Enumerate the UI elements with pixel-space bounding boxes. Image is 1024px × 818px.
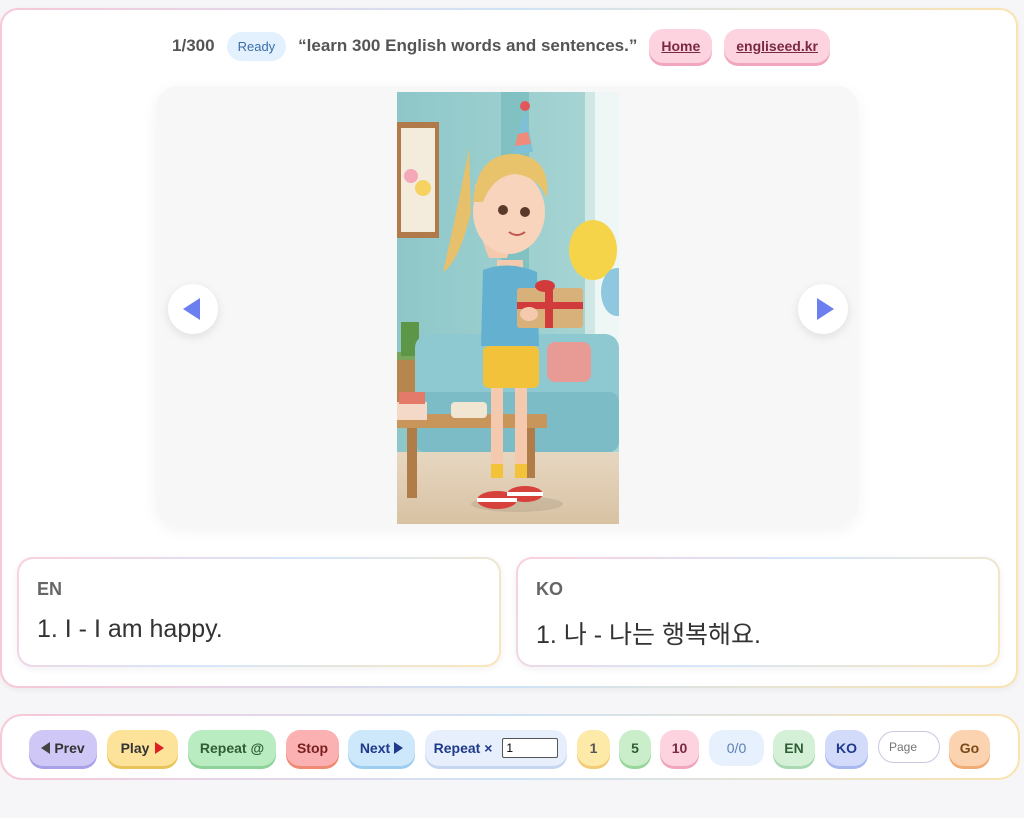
prev-button-label: Prev [54, 740, 85, 756]
speed-5-button[interactable]: 5 [619, 730, 651, 766]
chevron-right-icon [816, 298, 834, 320]
english-card-label: EN [37, 579, 63, 599]
korean-sentence: 1. 나 - 나는 행복해요. [536, 621, 761, 649]
page-input[interactable] [878, 731, 940, 763]
play-button[interactable]: Play [107, 730, 178, 766]
korean-card-label: KO [536, 579, 563, 599]
lang-en-button[interactable]: EN [773, 730, 815, 766]
next-button-label: Next [359, 740, 391, 756]
speed-1-button[interactable]: 1 [577, 730, 610, 766]
lang-ko-button[interactable]: KO [825, 730, 868, 766]
illustration-image [397, 92, 619, 524]
home-link[interactable]: Home [649, 29, 713, 63]
repeat-count-control: Repeat × [425, 730, 567, 766]
english-sentence: 1. I - I am happy. [37, 615, 223, 643]
site-link[interactable]: engliseed.kr [724, 29, 830, 63]
stop-button[interactable]: Stop [286, 730, 339, 766]
chevron-left-icon [182, 298, 200, 320]
status-badge: Ready [226, 31, 287, 61]
page-title: “learn 300 English words and sentences.” [298, 36, 638, 55]
repeat-count-input[interactable] [502, 738, 559, 758]
go-button[interactable]: Go [949, 730, 990, 766]
english-card: EN 1. I - I am happy. [17, 557, 501, 667]
play-icon [155, 742, 165, 754]
arrow-right-icon [394, 742, 404, 754]
play-button-label: Play [120, 740, 150, 756]
prev-button[interactable]: Prev [29, 730, 97, 766]
sentence-counter: 1/300 [172, 36, 215, 55]
prev-image-button[interactable] [168, 284, 218, 334]
korean-card: KO 1. 나 - 나는 행복해요. [516, 557, 1000, 667]
progress-indicator: 0/0 [709, 730, 764, 766]
speed-10-button[interactable]: 10 [660, 730, 699, 766]
arrow-left-icon [41, 742, 51, 754]
next-button[interactable]: Next [348, 730, 415, 766]
repeat-count-label: Repeat × [433, 740, 493, 756]
playback-toolbar: Prev Play Repeat @ Stop Next Repeat × 1 … [0, 714, 1020, 780]
repeat-button[interactable]: Repeat @ [188, 730, 276, 766]
header-bar: 1/300 Ready “learn 300 English words and… [0, 26, 1014, 66]
next-image-button[interactable] [798, 284, 848, 334]
